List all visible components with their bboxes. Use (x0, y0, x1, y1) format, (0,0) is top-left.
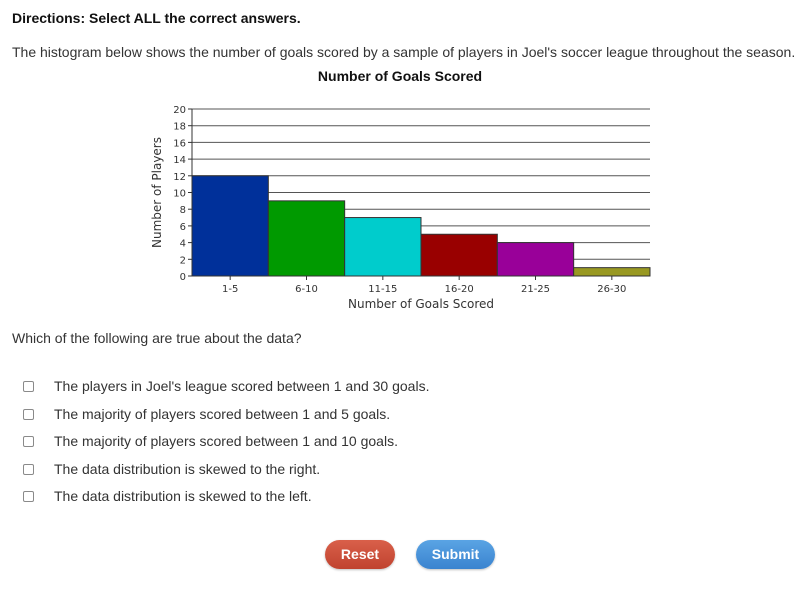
bar-21-25 (496, 242, 575, 277)
y-tick-label: 12 (173, 172, 186, 183)
option-4[interactable]: The data distribution is skewed to the r… (22, 459, 320, 479)
question-text: Which of the following are true about th… (12, 330, 302, 346)
y-tick-label: 2 (180, 255, 186, 266)
x-tick-label: 16-20 (445, 284, 474, 295)
option-1[interactable]: The players in Joel's league scored betw… (22, 376, 429, 396)
checkbox[interactable] (23, 435, 34, 447)
y-axis-title: Number of Players (150, 137, 164, 248)
x-tick-label: 21-25 (521, 284, 550, 295)
histogram-chart: 0 2 4 6 8 10 12 14 16 18 20 1-5 6-10 11-15 16-20 21-25… (150, 105, 651, 311)
x-tick-label: 6-10 (295, 284, 318, 295)
bar-26-30 (573, 267, 651, 277)
option-3[interactable]: The majority of players scored between 1… (22, 431, 398, 451)
option-label: The majority of players scored between 1… (54, 433, 398, 449)
x-ticks: 1-5 6-10 11-15 16-20 21-25 26-30 (222, 276, 626, 295)
option-label: The data distribution is skewed to the l… (54, 488, 312, 504)
submit-button[interactable]: Submit (416, 540, 495, 569)
y-tick-label: 16 (173, 138, 186, 149)
y-ticks: 0 2 4 6 8 10 12 14 16 18 20 (173, 105, 192, 283)
checkbox[interactable] (23, 490, 34, 502)
checkbox[interactable] (23, 408, 34, 420)
y-tick-label: 6 (180, 222, 186, 233)
y-tick-label: 20 (173, 105, 186, 116)
option-label: The majority of players scored between 1… (54, 406, 391, 422)
y-tick-label: 18 (173, 122, 186, 133)
y-tick-label: 10 (173, 189, 186, 200)
x-tick-label: 1-5 (222, 284, 238, 295)
option-2[interactable]: The majority of players scored between 1… (22, 404, 390, 424)
y-tick-label: 0 (180, 272, 186, 283)
x-tick-label: 26-30 (597, 284, 626, 295)
y-tick-label: 14 (173, 155, 186, 166)
bar-6-10 (267, 200, 346, 277)
bar-1-5 (191, 175, 269, 277)
y-tick-label: 4 (180, 239, 186, 250)
option-5[interactable]: The data distribution is skewed to the l… (22, 486, 312, 506)
x-axis-title: Number of Goals Scored (348, 297, 494, 311)
checkbox[interactable] (23, 463, 34, 475)
bar-16-20 (420, 233, 498, 277)
checkbox[interactable] (23, 380, 34, 392)
bar-11-15 (344, 217, 422, 277)
y-tick-label: 8 (180, 205, 186, 216)
option-label: The players in Joel's league scored betw… (54, 378, 430, 394)
option-label: The data distribution is skewed to the r… (54, 461, 321, 477)
reset-button[interactable]: Reset (325, 540, 395, 569)
x-tick-label: 11-15 (368, 284, 397, 295)
